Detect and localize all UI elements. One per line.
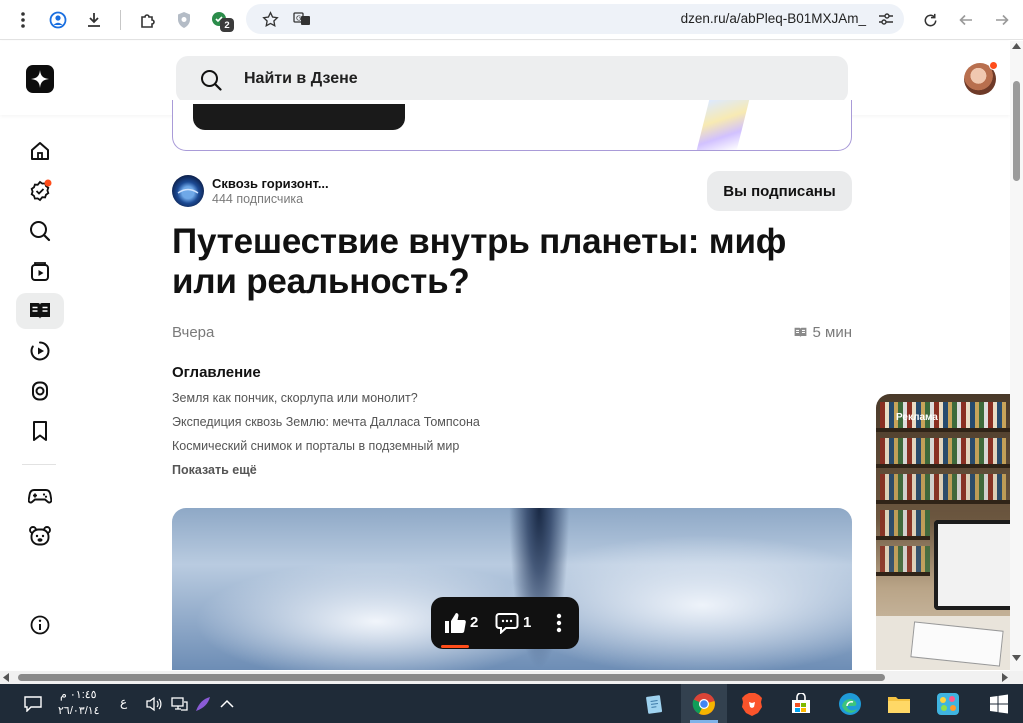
dzen-logo-icon[interactable] [26, 65, 54, 93]
podcasts-icon [32, 381, 48, 401]
network-icon[interactable] [166, 691, 192, 717]
site-settings-icon[interactable] [874, 7, 898, 31]
reload-icon[interactable] [918, 8, 942, 32]
chrome-app-icon[interactable] [691, 691, 717, 717]
ad-monitor-image [934, 520, 1010, 610]
notifications-icon[interactable] [20, 691, 46, 717]
translate-icon[interactable]: G [290, 7, 314, 31]
address-bar[interactable]: G dzen.ru/a/abPleq-B01MXJAm_ [246, 4, 904, 34]
read-time-icon [794, 327, 806, 338]
like-underline [441, 645, 469, 648]
extensions-icon[interactable] [136, 8, 160, 32]
clock-date[interactable]: ٢٦/٠٣/١٤ [58, 704, 100, 717]
sidebar-item-bookmarks[interactable] [16, 413, 64, 449]
sidebar-item-subscriptions[interactable] [16, 173, 64, 209]
sidebar-item-kids[interactable] [16, 518, 64, 554]
search-icon [30, 221, 51, 242]
toc-item[interactable]: Космический снимок и порталы в подземный… [172, 439, 459, 453]
channel-subscribers: 444 подписчика [212, 192, 304, 206]
sidebar-item-shorts[interactable] [16, 253, 64, 289]
svg-text:G: G [296, 15, 301, 23]
vertical-scroll-thumb[interactable] [1013, 81, 1020, 181]
start-windows-icon[interactable] [986, 691, 1012, 717]
comment-count[interactable]: 1 [523, 614, 531, 631]
file-explorer-app-icon[interactable] [886, 691, 912, 717]
sidebar-item-articles[interactable] [16, 293, 64, 329]
promo-button[interactable] [193, 104, 405, 130]
channel-logo[interactable] [172, 175, 204, 207]
subscribe-button[interactable]: Вы подписаны [707, 171, 852, 211]
shield-extension-icon[interactable] [172, 8, 196, 32]
download-icon[interactable] [82, 8, 106, 32]
comment-icon[interactable] [495, 612, 519, 639]
info-icon [30, 615, 50, 635]
channel-name[interactable]: Сквозь горизонт... [212, 176, 329, 191]
search-placeholder: Найти в Дзене [244, 70, 358, 87]
subscriptions-icon [30, 179, 52, 202]
gamepad-icon [28, 489, 52, 504]
bookmark-icon [33, 421, 47, 441]
bookmark-star-icon[interactable] [258, 7, 282, 31]
more-vert-icon[interactable] [11, 8, 35, 32]
sidebar-item-search[interactable] [16, 213, 64, 249]
promo-banner[interactable] [172, 100, 852, 151]
horizontal-scroll-thumb[interactable] [18, 674, 885, 681]
sidebar-item-podcasts[interactable] [16, 373, 64, 409]
bear-icon [29, 526, 51, 546]
sidebar-item-info[interactable] [16, 607, 64, 643]
badge-extension-icon[interactable]: 2 [208, 8, 234, 32]
ad-banner[interactable]: Реклама [876, 394, 1010, 670]
edge-app-icon[interactable] [837, 691, 863, 717]
article-date: Вчера [172, 324, 215, 341]
search-input[interactable]: Найти в Дзене [176, 56, 848, 103]
sidebar-item-video[interactable] [16, 333, 64, 369]
extensions-badge: 2 [220, 18, 234, 32]
horizontal-scrollbar[interactable] [0, 671, 1023, 684]
chevron-up-icon[interactable] [214, 691, 240, 717]
promo-decoration [696, 100, 750, 150]
game-app-icon[interactable] [935, 691, 961, 717]
toc-title: Оглавление [172, 364, 261, 381]
language-indicator[interactable]: ع [120, 695, 127, 709]
clock-time[interactable]: ٠١:٤٥ م [60, 688, 97, 701]
reaction-bar: 2 1 [431, 597, 579, 649]
search-icon [200, 69, 222, 96]
toc-item[interactable]: Экспедиция сквозь Землю: мечта Далласа Т… [172, 415, 480, 429]
volume-icon[interactable] [141, 691, 167, 717]
pen-icon[interactable] [190, 691, 216, 717]
shorts-icon [31, 262, 49, 281]
forward-icon[interactable] [990, 8, 1014, 32]
notepad-app-icon[interactable] [642, 691, 668, 717]
toc-show-more[interactable]: Показать ещё [172, 463, 257, 477]
brave-app-icon[interactable] [739, 691, 765, 717]
read-time-text: 5 мин [812, 324, 853, 341]
toc-item[interactable]: Земля как пончик, скорлупа или монолит? [172, 391, 418, 405]
sidebar-item-games[interactable] [16, 478, 64, 514]
url-text[interactable]: dzen.ru/a/abPleq-B01MXJAm_ [681, 11, 866, 26]
ad-label: Реклама [896, 412, 938, 423]
more-options-icon[interactable] [556, 613, 562, 638]
sidebar-item-home[interactable] [16, 133, 64, 169]
article-title: Путешествие внутрь планеты: миф или реал… [172, 222, 787, 301]
vertical-scrollbar[interactable] [1010, 41, 1023, 671]
store-app-icon[interactable] [788, 691, 814, 717]
home-icon [31, 142, 49, 160]
video-icon [30, 341, 50, 361]
like-count[interactable]: 2 [470, 614, 478, 631]
notification-dot [989, 61, 998, 70]
like-icon[interactable] [443, 611, 467, 640]
back-icon[interactable] [954, 8, 978, 32]
read-time: 5 мин [793, 324, 853, 341]
sidebar-divider [22, 464, 56, 465]
profile-sync-icon[interactable] [46, 8, 70, 32]
articles-icon [30, 303, 50, 319]
taskbar: ٠١:٤٥ م ٢٦/٠٣/١٤ ع [0, 684, 1023, 723]
browser-toolbar: 2 G dzen.ru/a/abPleq-B01MXJAm_ [0, 0, 1023, 40]
